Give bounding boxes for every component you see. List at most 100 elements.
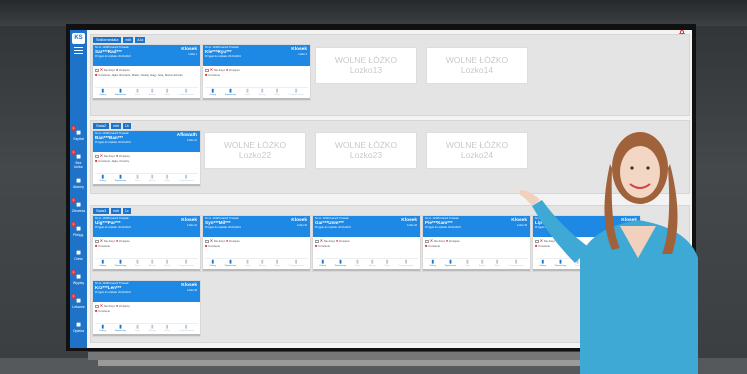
- card-action-icon[interactable]: ▮Przypominienie: [399, 260, 414, 268]
- sidebar-item-9[interactable]: ■ Opieka: [71, 320, 86, 333]
- allergy-note: Uczulenie: [428, 245, 440, 248]
- card-action-icon[interactable]: ▮Alarmy: [369, 260, 376, 268]
- card-action-icon[interactable]: ▮Wizyt: [494, 260, 499, 268]
- card-action-icon[interactable]: ▮Wizyt: [384, 260, 389, 268]
- pin-icon: ●: [115, 67, 119, 72]
- patient-card[interactable]: Nr sz. 12345 Ioanch Tirvasek Gar***Unm***…: [312, 215, 421, 272]
- room-edit-chip[interactable]: edit: [111, 122, 121, 129]
- card-action-icon[interactable]: ▮ Dieta: [135, 325, 140, 333]
- restriction-label: Zmiejsce: [118, 69, 130, 72]
- sidebar-item-3[interactable]: ■ Alarmy: [71, 176, 86, 189]
- card-action-icon[interactable]: ▮ Zalecg: [99, 260, 106, 268]
- card-action-icon[interactable]: ▮ Wywiad opt: [115, 260, 126, 268]
- sidebar-item-1[interactable]: ■ Szpital 1: [71, 126, 86, 141]
- card-header: Nr sz. 12345 Ioanch Tirvasek Sar***Rad***…: [93, 45, 200, 66]
- card-header: Nr sz. 12345 Ioanch Tirvasek Pie***Kam***…: [423, 216, 530, 237]
- patient-card[interactable]: Nr sz. 12345 Ioanch Tirvasek Syn***Mil***…: [202, 215, 311, 272]
- card-footer: [93, 334, 200, 336]
- room-name[interactable]: Sala2: [93, 122, 110, 129]
- sidebar-item-2[interactable]: ■ Bez łóżka 1: [71, 150, 86, 169]
- card-action-icon[interactable]: ▮ Wywiad opt: [335, 260, 346, 268]
- no-order-label: Nie dotyc: [433, 240, 446, 243]
- free-bed-title: WOLNE ŁÓŻKO: [334, 55, 398, 65]
- patient-card[interactable]: Nr sz. 12345 Ioanch Tirvasek Pie***Kam***…: [422, 215, 531, 272]
- card-action-icon[interactable]: ▮ Zalecg: [429, 260, 436, 268]
- patient-card[interactable]: Nr sz. 12345 Ioanch Tirvasek Sar***Rad***…: [92, 44, 201, 101]
- card-action-icon[interactable]: ▮ Dieta: [245, 89, 250, 97]
- card-action-icon[interactable]: ▮Alarmy: [149, 260, 156, 268]
- card-action-icon[interactable]: ▮ Zalecg: [319, 260, 326, 268]
- card-action-icon[interactable]: ▮ Wywiad opt: [225, 89, 236, 97]
- no-order-label: Nie dotyc: [103, 69, 116, 72]
- room-edit-chip[interactable]: edit: [111, 207, 121, 214]
- card-actions: ▮Zalecg ▮Wywiad opt ▮Dieta ▮Alarmy ▮Wizyt ▮Pr…: [95, 87, 198, 97]
- card-action-icon[interactable]: ▮Wizyt: [164, 325, 169, 333]
- card-action-icon[interactable]: ▮Przypominienie: [289, 260, 304, 268]
- free-bed-card[interactable]: WOLNE ŁÓŻKO Lozko23: [315, 132, 417, 169]
- card-action-icon[interactable]: ▮ Dieta: [135, 175, 140, 183]
- card-action-icon[interactable]: ▮ Wywiad opt: [115, 175, 126, 183]
- card-action-icon[interactable]: ▮ Wywiad opt: [225, 260, 236, 268]
- patient-card[interactable]: Nr sz. 12345 Ioanch Tirvasek Ban***Ban***…: [92, 130, 201, 187]
- free-bed-card[interactable]: WOLNE ŁÓŻKO Lozko14: [426, 47, 528, 84]
- card-action-icon[interactable]: ▮ Zalecg: [209, 89, 216, 97]
- room-code-chip: 1b: [122, 122, 131, 129]
- free-bed-card[interactable]: WOLNE ŁÓŻKO Lozko13: [315, 47, 417, 84]
- bed-label: Łóżko 31: [187, 224, 197, 227]
- patient-card[interactable]: Nr sz. 12345 Ioanch Tirvasek Krz***Len***…: [92, 280, 201, 337]
- card-action-icon[interactable]: ▮Przypominienie: [179, 325, 194, 333]
- pin-icon: ●: [115, 153, 119, 158]
- card-action-icon[interactable]: ▮Wizyt: [274, 89, 279, 97]
- card-action-icon[interactable]: ▮Przypominienie: [179, 175, 194, 183]
- card-action-icon[interactable]: ▮Wizyt: [164, 260, 169, 268]
- free-bed-card[interactable]: WOLNE ŁÓŻKO Lozko24: [426, 132, 528, 169]
- patient-card[interactable]: Nr sz. 12345 Ioanch Tirvasek Uig***Par***…: [92, 215, 201, 272]
- card-action-icon[interactable]: ▮ Zalecg: [99, 89, 106, 97]
- card-action-icon[interactable]: ▮ Dieta: [135, 89, 140, 97]
- sidebar: KS ■ Szpital 1 ■ Bez łóżka 1 ■ Alarmy ■ Zlecenia 1…: [70, 30, 87, 348]
- free-bed-card[interactable]: WOLNE ŁÓŻKO Lozko22: [204, 132, 306, 169]
- room-edit-chip[interactable]: edit: [123, 36, 134, 43]
- card-action-icon[interactable]: ▮ Zalecg: [99, 325, 106, 333]
- card-action-icon[interactable]: ▮Przypominienie: [289, 89, 304, 97]
- card-action-icon[interactable]: ▮ Dieta: [245, 260, 250, 268]
- room-name[interactable]: Srdlomedala: [93, 36, 122, 43]
- card-footer: [93, 98, 200, 100]
- card-action-icon[interactable]: ▮Alarmy: [259, 89, 266, 97]
- card-action-icon[interactable]: ▮ Dieta: [135, 260, 140, 268]
- card-action-icon[interactable]: ▮Alarmy: [149, 175, 156, 183]
- card-action-icon[interactable]: ▮ Dieta: [465, 260, 470, 268]
- card-action-icon[interactable]: ▮Wizyt: [274, 260, 279, 268]
- sidebar-item-6[interactable]: ■ Dieta: [71, 248, 86, 261]
- card-footer: [203, 98, 310, 100]
- card-action-icon[interactable]: ▮Alarmy: [479, 260, 486, 268]
- card-actions: ▮Zalecg ▮Wywiad opt ▮Dieta ▮Alarmy ▮Wizyt ▮Pr…: [205, 258, 308, 268]
- card-action-icon[interactable]: ▮ Wywiad opt: [115, 89, 126, 97]
- sidebar-item-label: Bez łóżka: [74, 161, 83, 169]
- card-action-icon[interactable]: ▮Wizyt: [164, 175, 169, 183]
- room-name[interactable]: Sala3: [93, 207, 110, 214]
- card-action-icon[interactable]: ▮Alarmy: [149, 89, 156, 97]
- card-action-icon[interactable]: ▮ Wywiad opt: [445, 260, 456, 268]
- card-action-icon[interactable]: ▮Przypominienie: [179, 89, 194, 97]
- doctor-name: Klosek: [181, 47, 197, 52]
- card-action-icon[interactable]: ▮ Dieta: [355, 260, 360, 268]
- menu-icon[interactable]: [74, 47, 83, 54]
- sidebar-item-label: Dieta: [74, 257, 83, 261]
- patient-card[interactable]: Nr sz. 12345 Ioanch Tirvasek Kle***Ryu***…: [202, 44, 311, 101]
- card-action-icon[interactable]: ▮Przypominienie: [179, 260, 194, 268]
- card-action-icon[interactable]: ▮Wizyt: [164, 89, 169, 97]
- card-action-icon[interactable]: ▮Alarmy: [149, 325, 156, 333]
- sidebar-item-8[interactable]: ■ Lekarze 1: [71, 294, 86, 309]
- card-action-icon[interactable]: ▮ Wywiad opt: [115, 325, 126, 333]
- no-order-label: Nie dotyc: [213, 240, 226, 243]
- card-actions: ▮Zalecg▮Wywiad opt▮Dieta▮Alarmy▮Wizyt▮Pr…: [425, 258, 528, 268]
- card-action-icon[interactable]: ▮ Zalecg: [209, 260, 216, 268]
- card-action-icon[interactable]: ▮Alarmy: [259, 260, 266, 268]
- room-code-chip: 1c: [122, 207, 131, 214]
- bed-label: Łóżko 21: [187, 139, 197, 142]
- card-action-icon[interactable]: ▮ Zalecg: [99, 175, 106, 183]
- sidebar-item-7[interactable]: ■ Wypisy 1: [71, 270, 86, 285]
- sidebar-item-4[interactable]: ■ Zlecenia 1: [71, 198, 86, 213]
- sidebar-item-5[interactable]: ■ Pielęg. 1: [71, 222, 86, 237]
